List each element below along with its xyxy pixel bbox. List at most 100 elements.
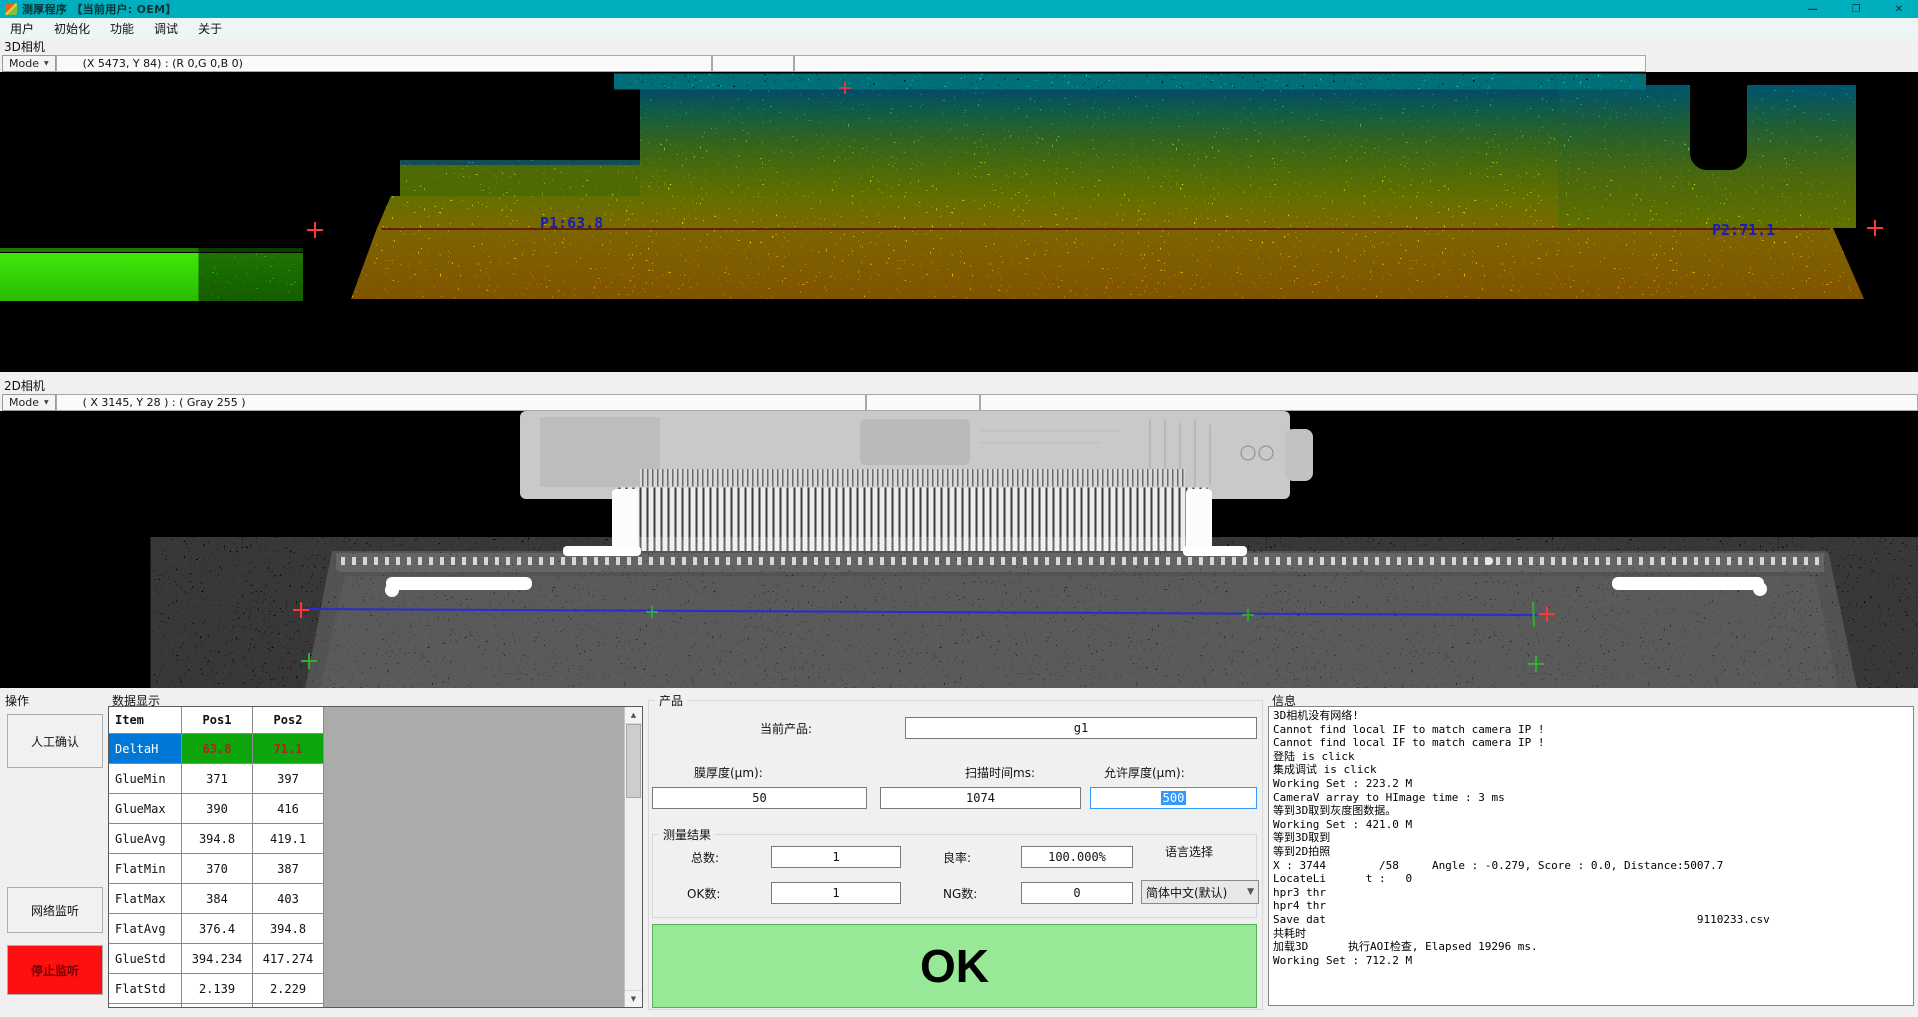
log-line: Working Set : 223.2 M (1273, 777, 1909, 791)
cell-pos1: 390 (182, 794, 253, 823)
col-item: Item (109, 707, 182, 733)
status-segment (712, 55, 794, 72)
log-line: Working Set : 421.0 M (1273, 818, 1909, 832)
operation-label: 操作 (5, 692, 29, 709)
allowed-thickness-input[interactable]: 500 (1090, 787, 1257, 809)
log-line: LocateLi t : 0 (1273, 872, 1909, 886)
cell-pos1: 384 (182, 884, 253, 913)
cell-pos2: 417.274 (253, 944, 324, 973)
cell-item: FlatAvg (109, 914, 182, 943)
ok-count-label: OK数: (687, 885, 720, 902)
log-line: Cannot find local IF to match camera IP … (1273, 736, 1909, 750)
log-line: hpr3 thr (1273, 886, 1909, 900)
language-select-label: 语言选择 (1165, 843, 1213, 860)
table-scrollbar[interactable]: ▲ ▼ (624, 707, 642, 1007)
restore-icon[interactable]: ❐ (1852, 4, 1861, 15)
scrollbar-thumb[interactable] (626, 724, 641, 798)
table-row[interactable]: FlatMin 370 387 (109, 854, 324, 884)
camera2d-coordinates: ( X 3145, Y 28 ) : ( Gray 255 ) (83, 396, 246, 409)
camera3d-mode-button[interactable]: Mode ▼ (2, 55, 56, 72)
table-row[interactable]: X 2583.5 7966.7 (109, 1004, 324, 1007)
camera2d-view[interactable] (0, 411, 1918, 688)
log-line: 3D相机没有网络! (1273, 709, 1909, 723)
stop-listen-button[interactable]: 停止监听 (7, 945, 103, 995)
cell-item: X (109, 1004, 182, 1007)
camera3d-label: 3D相机 (0, 39, 1918, 55)
status-segment (866, 394, 980, 411)
table-row[interactable]: FlatMax 384 403 (109, 884, 324, 914)
minimize-icon[interactable]: — (1808, 4, 1818, 15)
cell-pos2: 416 (253, 794, 324, 823)
titlebar: 测厚程序 【当前用户: OEM】 — ❐ ✕ (0, 0, 1918, 18)
table-row[interactable]: GlueMax 390 416 (109, 794, 324, 824)
cell-item: FlatStd (109, 974, 182, 1003)
col-pos2: Pos2 (253, 707, 324, 733)
status-segment (980, 394, 1918, 411)
camera3d-view[interactable]: P1:63.8 P2:71.1 (0, 72, 1918, 372)
col-pos1: Pos1 (182, 707, 253, 733)
menu-item-user[interactable]: 用户 (0, 18, 44, 39)
camera2d-status: ( X 3145, Y 28 ) : ( Gray 255 ) (56, 394, 866, 411)
language-select[interactable]: 简体中文(默认) ▼ (1141, 880, 1259, 904)
log-line: 等到3D取到灰度图数据。 (1273, 804, 1909, 818)
current-product-input[interactable]: g1 (905, 717, 1257, 739)
ng-count-input[interactable]: 0 (1021, 882, 1133, 904)
bottom-panels: 操作 人工确认 网络监听 停止监听 数据显示 Item Pos1 Pos2 De… (0, 688, 1918, 1013)
cell-item: FlatMax (109, 884, 182, 913)
cell-pos1: 371 (182, 764, 253, 793)
cell-item: GlueMax (109, 794, 182, 823)
yield-input[interactable]: 100.000% (1021, 846, 1133, 868)
log-output[interactable]: 3D相机没有网络! Cannot find local IF to match … (1268, 706, 1914, 1006)
cell-pos2: 419.1 (253, 824, 324, 853)
log-line: 等到2D拍照 (1273, 845, 1909, 859)
table-row[interactable]: GlueMin 371 397 (109, 764, 324, 794)
table-row[interactable]: GlueAvg 394.8 419.1 (109, 824, 324, 854)
table-row[interactable]: DeltaH 63.8 71.1 (109, 734, 324, 764)
close-icon[interactable]: ✕ (1895, 4, 1903, 15)
cell-pos1: 370 (182, 854, 253, 883)
scroll-down-icon[interactable]: ▼ (625, 990, 642, 1007)
info-panel: 信息 3D相机没有网络! Cannot find local IF to mat… (1268, 688, 1912, 1010)
table-row[interactable]: FlatAvg 376.4 394.8 (109, 914, 324, 944)
table-row[interactable]: GlueStd 394.234 417.274 (109, 944, 324, 974)
yield-label: 良率: (943, 849, 971, 866)
scan-time-input[interactable]: 1074 (880, 787, 1081, 809)
data-table: Item Pos1 Pos2 DeltaH 63.8 71.1 GlueMin … (108, 706, 643, 1008)
camera2d-label: 2D相机 (0, 378, 1918, 394)
camera2d-mode-button[interactable]: Mode ▼ (2, 394, 56, 411)
ok-count-input[interactable]: 1 (771, 882, 901, 904)
app-icon (5, 3, 17, 15)
menu-item-function[interactable]: 功能 (100, 18, 144, 39)
camera3d-status: (X 5473, Y 84) : (R 0,G 0,B 0) (56, 55, 712, 72)
table-header-row: Item Pos1 Pos2 (109, 707, 324, 734)
cell-pos2: 387 (253, 854, 324, 883)
current-product-label: 当前产品: (760, 720, 812, 737)
cell-pos1: 63.8 (182, 734, 253, 763)
network-listen-button[interactable]: 网络监听 (7, 887, 103, 933)
total-input[interactable]: 1 (771, 846, 901, 868)
cell-pos1: 394.8 (182, 824, 253, 853)
camera3d-heightmap: P1:63.8 P2:71.1 (0, 72, 1918, 372)
app-window: 测厚程序 【当前用户: OEM】 — ❐ ✕ 用户 初始化 功能 调试 关于 3… (0, 0, 1918, 1013)
cell-pos1: 394.234 (182, 944, 253, 973)
menu-item-debug[interactable]: 调试 (144, 18, 188, 39)
menu-item-about[interactable]: 关于 (188, 18, 232, 39)
product-label: 产品 (655, 692, 687, 709)
cell-item: GlueAvg (109, 824, 182, 853)
log-line: 加载3D 执行AOI检查, Elapsed 19296 ms. (1273, 940, 1909, 954)
camera2d-toolbar: Mode ▼ ( X 3145, Y 28 ) : ( Gray 255 ) (0, 394, 1918, 411)
menu-item-init[interactable]: 初始化 (44, 18, 100, 39)
scroll-up-icon[interactable]: ▲ (625, 707, 642, 724)
measure-result-groupbox: 测量结果 总数: 1 良率: 100.000% 语言选择 OK数: 1 NG数:… (652, 834, 1257, 918)
manual-confirm-button[interactable]: 人工确认 (7, 714, 103, 768)
cell-pos2: 71.1 (253, 734, 324, 763)
table-row[interactable]: FlatStd 2.139 2.229 (109, 974, 324, 1004)
film-thickness-input[interactable]: 50 (652, 787, 867, 809)
log-line: 集成调试 is click (1273, 763, 1909, 777)
log-line: 等到3D取到 (1273, 831, 1909, 845)
cell-pos2: 397 (253, 764, 324, 793)
log-line: 登陆 is click (1273, 750, 1909, 764)
status-segment (794, 55, 1646, 72)
cell-pos2: 2.229 (253, 974, 324, 1003)
cell-item: GlueStd (109, 944, 182, 973)
